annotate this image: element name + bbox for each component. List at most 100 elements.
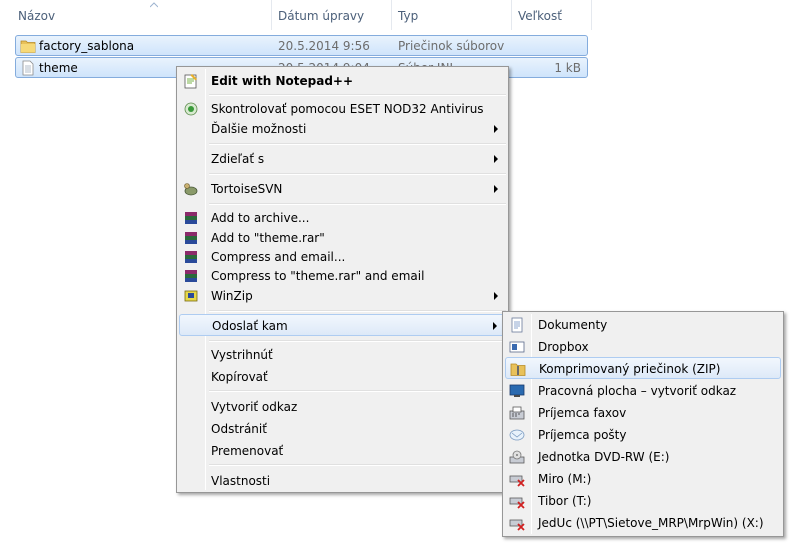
folder-icon	[20, 40, 36, 53]
send-to-desktop[interactable]: Pracovná plocha – vytvoriť odkaz	[505, 380, 781, 402]
submenu-arrow-icon	[493, 322, 497, 330]
network-drive-disconnected-icon	[509, 519, 525, 531]
ini-file-icon	[22, 60, 34, 76]
menu-item-tortoisesvn[interactable]: TortoiseSVN	[179, 178, 506, 200]
submenu-arrow-icon	[494, 155, 498, 163]
dropbox-icon	[509, 341, 525, 353]
network-drive-disconnected-icon	[509, 475, 525, 487]
menu-item-label: Vytvoriť odkaz	[211, 400, 298, 414]
winrar-icon	[185, 212, 197, 224]
file-size: 1 kB	[554, 61, 581, 75]
menu-item-label: Pracovná plocha – vytvoriť odkaz	[538, 384, 737, 398]
column-header-size-label: Veľkosť	[518, 9, 562, 23]
menu-separator	[209, 464, 506, 466]
send-to-drive-miro[interactable]: Miro (M:)	[505, 468, 781, 490]
menu-item-label: Odoslať kam	[212, 319, 288, 333]
menu-item-label: Kopírovať	[211, 370, 268, 384]
menu-item-create-shortcut[interactable]: Vytvoriť odkaz	[179, 396, 506, 418]
menu-item-edit-notepadpp[interactable]: Edit with Notepad++	[179, 70, 506, 92]
menu-separator	[209, 340, 506, 342]
menu-item-properties[interactable]: Vlastnosti	[179, 470, 506, 492]
send-to-dropbox[interactable]: Dropbox	[505, 336, 781, 358]
menu-item-label: Edit with Notepad++	[211, 74, 354, 88]
column-header-size[interactable]: Veľkosť	[512, 0, 592, 30]
explorer-window: Názov Dátum úpravy Typ Veľkosť factory_s…	[0, 0, 804, 546]
menu-item-label: Príjemca pošty	[538, 428, 627, 442]
send-to-dvd-drive[interactable]: Jednotka DVD-RW (E:)	[505, 446, 781, 468]
menu-separator	[209, 94, 506, 96]
submenu-arrow-icon	[494, 125, 498, 133]
menu-item-label: Dokumenty	[538, 318, 608, 332]
menu-item-share-with[interactable]: Zdieľať s	[179, 148, 506, 170]
eset-icon	[184, 102, 198, 116]
menu-item-rename[interactable]: Premenovať	[179, 440, 506, 462]
winzip-icon	[184, 290, 198, 302]
send-to-documents[interactable]: Dokumenty	[505, 314, 781, 336]
menu-item-label: Vystrihnúť	[211, 348, 273, 362]
file-row-factory-sablona[interactable]: factory_sablona 20.5.2014 9:56 Priečinok…	[15, 35, 588, 56]
send-to-drive-jeduc[interactable]: JedUc (\\PT\Sietove_MRP\MrpWin) (X:)	[505, 512, 781, 534]
notepad-plus-plus-icon	[184, 74, 197, 89]
menu-item-eset-scan[interactable]: Skontrolovať pomocou ESET NOD32 Antiviru…	[179, 98, 506, 120]
menu-item-label: Komprimovaný priečinok (ZIP)	[539, 362, 721, 376]
menu-separator	[209, 173, 506, 175]
menu-separator	[209, 203, 506, 205]
menu-item-add-to-archive[interactable]: Add to archive...	[179, 207, 506, 229]
menu-item-cut[interactable]: Vystrihnúť	[179, 344, 506, 366]
send-to-mail[interactable]: Príjemca pošty	[505, 424, 781, 446]
context-menu: Edit with Notepad++ Skontrolovať pomocou…	[176, 66, 509, 493]
column-header-name-label: Názov	[18, 9, 56, 23]
menu-separator	[209, 143, 506, 145]
menu-item-label: Odstrániť	[211, 422, 267, 436]
menu-item-label: Add to "theme.rar"	[211, 231, 325, 245]
menu-item-delete[interactable]: Odstrániť	[179, 418, 506, 440]
menu-item-label: Compress to "theme.rar" and email	[211, 269, 425, 283]
column-header-name[interactable]: Názov	[12, 0, 272, 30]
menu-item-compress-theme-email[interactable]: Compress to "theme.rar" and email	[179, 265, 506, 287]
documents-icon	[511, 317, 523, 333]
menu-item-label: Compress and email...	[211, 250, 346, 264]
send-to-drive-tibor[interactable]: Tibor (T:)	[505, 490, 781, 512]
menu-item-label: Ďalšie možnosti	[211, 122, 307, 136]
menu-separator	[209, 390, 506, 392]
send-to-submenu: Dokumenty Dropbox Komprimovaný priečinok…	[502, 311, 784, 537]
menu-item-label: TortoiseSVN	[211, 182, 283, 196]
mail-icon	[509, 429, 525, 441]
menu-item-label: Add to archive...	[211, 211, 310, 225]
menu-item-label: JedUc (\\PT\Sietove_MRP\MrpWin) (X:)	[538, 516, 764, 530]
sort-ascending-icon	[150, 2, 158, 8]
menu-item-label: Dropbox	[538, 340, 589, 354]
menu-item-label: Skontrolovať pomocou ESET NOD32 Antiviru…	[211, 102, 484, 116]
file-name: theme	[39, 61, 78, 75]
submenu-arrow-icon	[494, 185, 498, 193]
zip-folder-icon	[510, 363, 526, 376]
menu-item-label: Zdieľať s	[211, 152, 265, 166]
menu-item-label: Príjemca faxov	[538, 406, 627, 420]
menu-item-label: Jednotka DVD-RW (E:)	[538, 450, 670, 464]
column-header-bar: Názov Dátum úpravy Typ Veľkosť	[0, 0, 804, 30]
winrar-icon	[185, 270, 197, 282]
menu-item-label: Tibor (T:)	[538, 494, 592, 508]
dvd-drive-icon	[509, 450, 525, 464]
menu-item-more-options[interactable]: Ďalšie možnosti	[179, 118, 506, 140]
menu-item-label: Vlastnosti	[211, 474, 271, 488]
winrar-icon	[185, 251, 197, 263]
send-to-fax[interactable]: Príjemca faxov	[505, 402, 781, 424]
menu-separator	[209, 310, 506, 312]
file-type: Priečinok súborov	[398, 39, 505, 53]
menu-item-winzip[interactable]: WinZip	[179, 285, 506, 307]
menu-item-label: Premenovať	[211, 444, 284, 458]
send-to-zip-folder[interactable]: Komprimovaný priečinok (ZIP)	[505, 357, 781, 379]
column-header-modified[interactable]: Dátum úpravy	[272, 0, 392, 30]
menu-item-copy[interactable]: Kopírovať	[179, 366, 506, 388]
tortoisesvn-icon	[184, 183, 198, 196]
network-drive-disconnected-icon	[509, 497, 525, 509]
winrar-icon	[185, 232, 197, 244]
fax-icon	[509, 406, 525, 420]
column-header-type[interactable]: Typ	[392, 0, 512, 30]
menu-item-label: WinZip	[211, 289, 253, 303]
column-header-type-label: Typ	[398, 9, 419, 23]
file-modified: 20.5.2014 9:56	[278, 39, 370, 53]
menu-item-send-to[interactable]: Odoslať kam	[179, 314, 506, 336]
desktop-icon	[509, 384, 525, 397]
